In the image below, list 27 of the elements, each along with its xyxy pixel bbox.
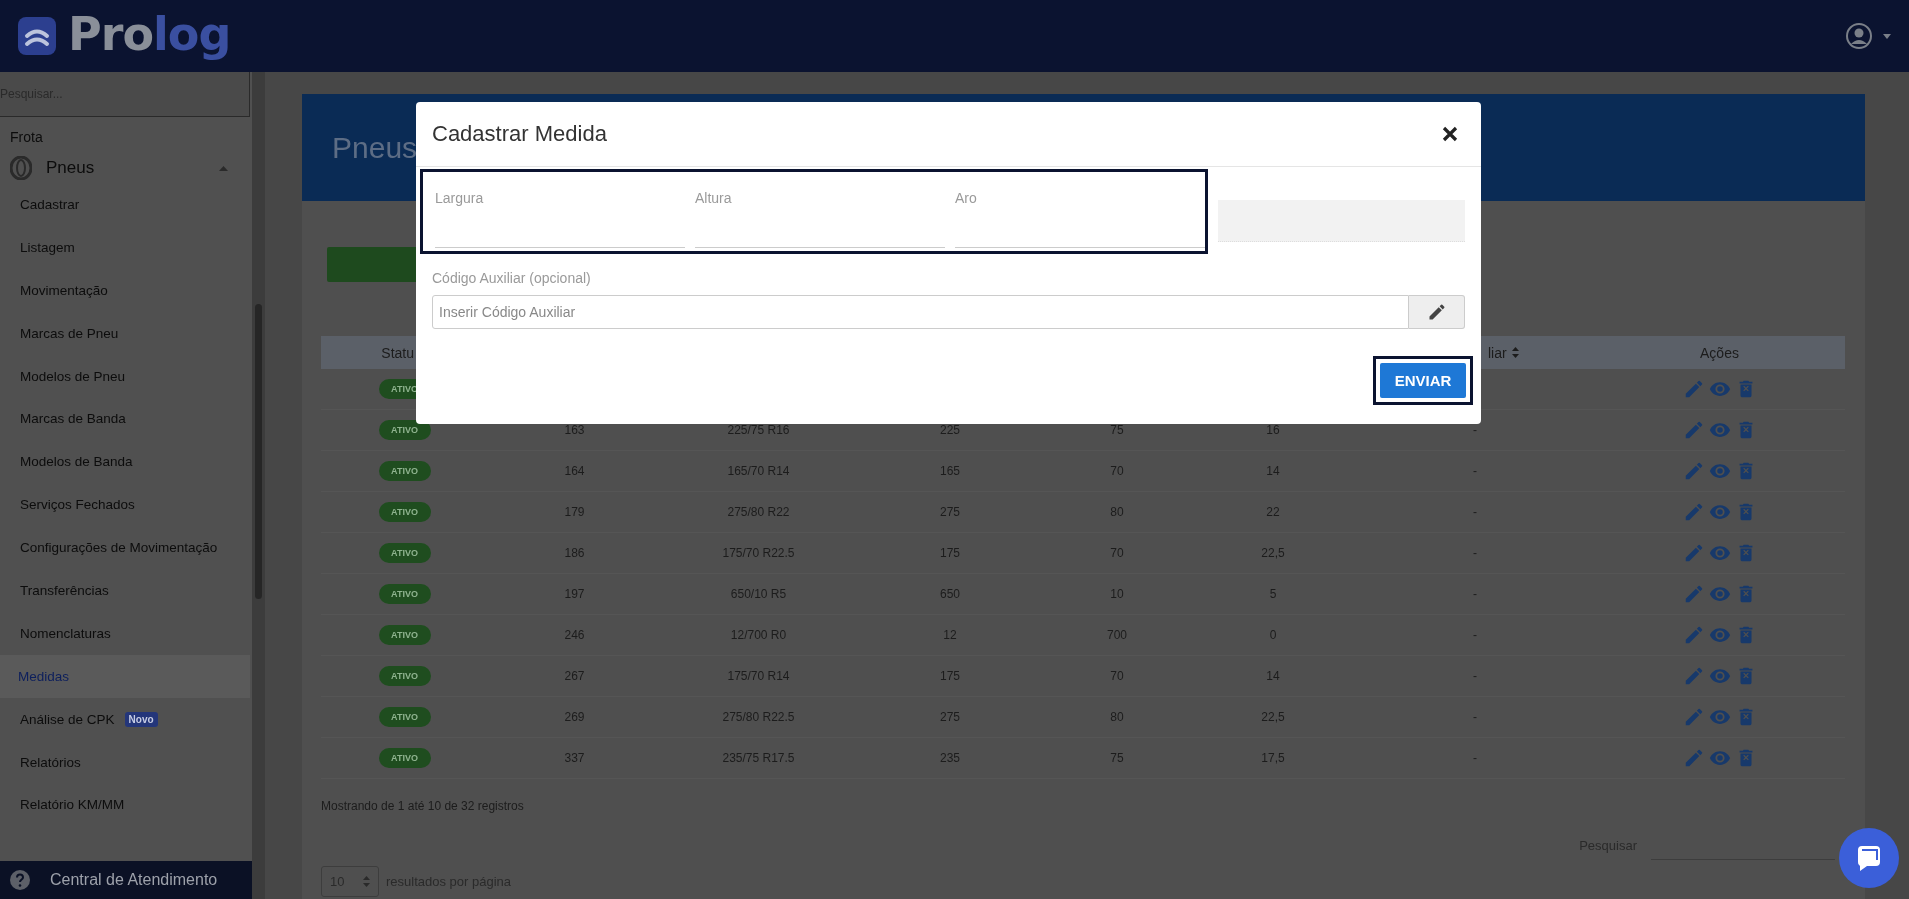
status-badge: ATIVO [378, 666, 431, 686]
new-badge: Novo [124, 711, 158, 727]
status-badge: ATIVO [378, 707, 431, 727]
table-cell: - [1473, 628, 1477, 642]
section-label: Frota [9, 128, 44, 147]
status-badge: ATIVO [378, 584, 431, 604]
table-cell: - [1473, 751, 1477, 765]
status-badge: ATIVO [378, 748, 431, 768]
field-label: Largura [435, 190, 485, 206]
status-badge: ATIVO [378, 502, 431, 522]
status-badge: ATIVO [378, 625, 431, 645]
table-cell: - [1473, 669, 1477, 683]
table-cell: - [1473, 710, 1477, 724]
table-cell: - [1473, 505, 1477, 519]
status-badge: ATIVO [378, 543, 431, 563]
table-cell: - [1473, 587, 1477, 601]
status-badge: ATIVO [378, 420, 431, 440]
page-title: Pneus [332, 130, 418, 165]
field-label: Altura [695, 190, 733, 206]
table-cell: - [1473, 546, 1477, 560]
table-cell: - [1473, 423, 1477, 437]
logo-text: Prolog [68, 11, 231, 61]
status-badge: ATIVO [378, 461, 431, 481]
field-label: Código Auxiliar (opcional) [432, 270, 592, 286]
dialog-title: Cadastrar Medida [432, 121, 607, 147]
field-label: Aro [955, 190, 978, 206]
table-cell: - [1473, 464, 1477, 478]
